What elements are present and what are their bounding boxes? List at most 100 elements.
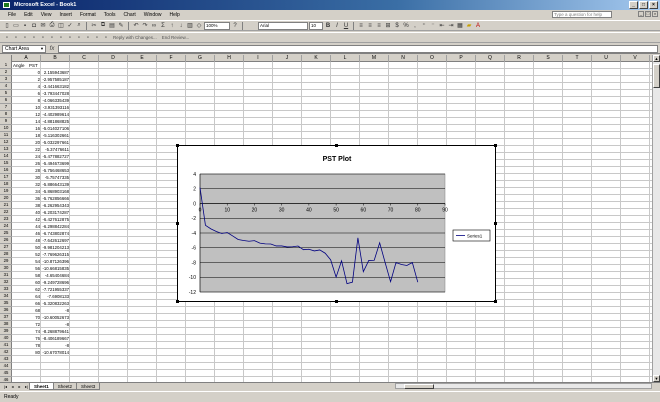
cell-b13[interactable]: -5.37476611 [41,146,70,153]
align-right-icon[interactable]: ≡ [375,22,383,30]
column-header-e[interactable]: E [128,55,157,62]
cell-b38[interactable]: -8 [41,321,70,328]
cell-b1[interactable]: PST [29,62,38,69]
decrease-decimal-icon[interactable]: ⁻ [429,22,437,30]
cell-b20[interactable]: -5.762856666 [41,195,70,202]
increase-decimal-icon[interactable]: ⁺ [420,22,428,30]
column-header-n[interactable]: N [389,55,418,62]
cell-a30[interactable]: 56 [12,265,41,272]
row-header-3[interactable]: 3 [0,76,12,83]
cell-b27[interactable]: -9.981204213 [41,244,70,251]
cell-b40[interactable]: -8.406189667 [41,335,70,342]
chart-legend[interactable]: Series1 [452,229,491,242]
menu-edit[interactable]: Edit [20,12,37,18]
cell-b22[interactable]: -6.203174287 [41,209,70,216]
maximize-button[interactable]: □ [639,1,648,9]
row-header-19[interactable]: 19 [0,188,12,195]
resize-handle-w[interactable] [176,222,179,225]
row-header-29[interactable]: 29 [0,258,12,265]
row-header-42[interactable]: 42 [0,349,12,356]
vertical-scrollbar[interactable]: ▲ ▼ [652,55,660,382]
menu-chart[interactable]: Chart [119,12,139,18]
cell-a35[interactable]: 66 [12,300,41,307]
cell-a14[interactable]: 24 [12,153,41,160]
row-header-28[interactable]: 28 [0,251,12,258]
row-header-21[interactable]: 21 [0,202,12,209]
row-header-32[interactable]: 32 [0,279,12,286]
cell-a25[interactable]: 46 [12,230,41,237]
cell-b28[interactable]: -7.769626315 [41,251,70,258]
cell-b29[interactable]: -10.87126396 [41,258,70,265]
column-header-c[interactable]: C [70,55,99,62]
scroll-down-arrow[interactable]: ▼ [653,375,660,382]
first-sheet-arrow-icon[interactable]: |◂ [2,383,9,390]
column-header-a[interactable]: A [12,55,41,62]
row-header-10[interactable]: 10 [0,125,12,132]
review-icon-2[interactable]: ▫ [12,34,20,42]
paste-icon[interactable]: ▤ [108,22,116,30]
row-header-26[interactable]: 26 [0,237,12,244]
horizontal-scroll-thumb[interactable] [404,384,434,389]
row-header-44[interactable]: 44 [0,363,12,370]
next-sheet-arrow-icon[interactable]: ▸ [16,383,23,390]
open-icon[interactable]: ▭ [12,22,20,30]
cell-a4[interactable]: 4 [12,83,41,90]
row-header-38[interactable]: 38 [0,321,12,328]
column-header-d[interactable]: D [99,55,128,62]
column-header-k[interactable]: K [302,55,331,62]
cell-b36[interactable]: -8 [41,307,70,314]
row-header-5[interactable]: 5 [0,90,12,97]
row-header-14[interactable]: 14 [0,153,12,160]
print-icon[interactable]: ⎙ [48,22,56,30]
format-painter-icon[interactable]: ✎ [117,22,125,30]
copy-icon[interactable]: ⧉ [99,22,107,30]
cell-a1[interactable]: Angle [13,62,25,69]
row-header-24[interactable]: 24 [0,223,12,230]
resize-handle-ne[interactable] [494,144,497,147]
hyperlink-icon[interactable]: ∞ [150,22,158,30]
row-header-45[interactable]: 45 [0,370,12,377]
resize-handle-se[interactable] [494,300,497,303]
cell-a19[interactable]: 34 [12,188,41,195]
menu-tools[interactable]: Tools [100,12,120,18]
row-header-9[interactable]: 9 [0,118,12,125]
autosum-icon[interactable]: Σ [159,22,167,30]
column-header-o[interactable]: O [418,55,447,62]
cell-a9[interactable]: 14 [12,118,41,125]
sort-ascending-icon[interactable]: ↑ [168,22,176,30]
fill-color-icon[interactable]: ▰ [465,22,473,30]
cell-a21[interactable]: 38 [12,202,41,209]
cell-a20[interactable]: 36 [12,195,41,202]
row-header-25[interactable]: 25 [0,230,12,237]
cell-a34[interactable]: 64 [12,293,41,300]
y-axis[interactable]: 420-2-4-6-8-10-12 [189,172,201,296]
cell-b17[interactable]: -5.75747335 [41,174,70,181]
review-icon-1[interactable]: ▫ [3,34,11,42]
cell-a18[interactable]: 32 [12,181,41,188]
prev-sheet-arrow-icon[interactable]: ◂ [9,383,16,390]
cell-a29[interactable]: 54 [12,258,41,265]
cell-b32[interactable]: -9.249728696 [41,279,70,286]
borders-icon[interactable]: ▦ [456,22,464,30]
cell-b26[interactable]: -7.642612697 [41,237,70,244]
row-header-37[interactable]: 37 [0,314,12,321]
cell-b23[interactable]: -6.427612875 [41,216,70,223]
row-header-41[interactable]: 41 [0,342,12,349]
row-header-6[interactable]: 6 [0,97,12,104]
font-name-select[interactable]: Arial [258,21,308,30]
cell-a6[interactable]: 8 [12,97,41,104]
cell-a15[interactable]: 26 [12,160,41,167]
cell-a24[interactable]: 44 [12,223,41,230]
increase-indent-icon[interactable]: ⇥ [447,22,455,30]
cell-a41[interactable]: 78 [12,342,41,349]
menu-file[interactable]: File [4,12,20,18]
cell-b35[interactable]: -5.320832263 [41,300,70,307]
row-header-11[interactable]: 11 [0,132,12,139]
font-color-icon[interactable]: A [474,22,482,30]
cell-a7[interactable]: 10 [12,104,41,111]
cell-b8[interactable]: -4.402989614 [41,111,70,118]
column-header-l[interactable]: L [331,55,360,62]
save-icon[interactable]: ▪ [21,22,29,30]
name-box[interactable]: Chart Area ▼ [2,44,46,53]
row-header-18[interactable]: 18 [0,181,12,188]
